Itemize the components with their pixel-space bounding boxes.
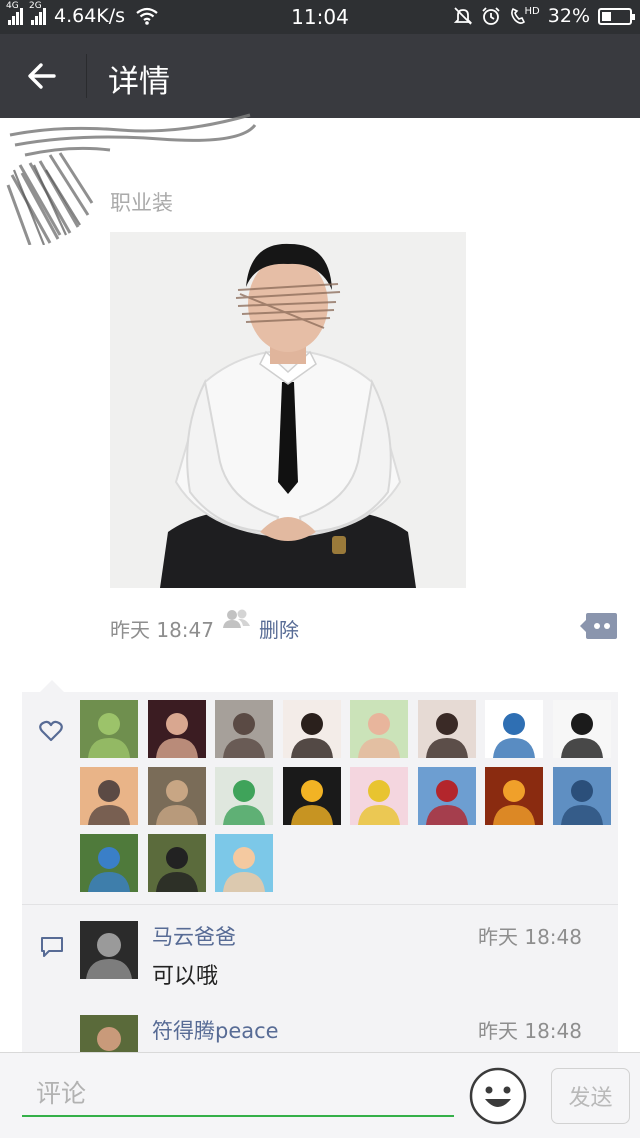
- status-bar: 4G 2G 4.64K/s 11:04 HD 32%: [0, 0, 640, 34]
- hd-call-icon: HD: [509, 6, 540, 26]
- comment-time: 昨天 18:48: [478, 1019, 582, 1043]
- heart-icon: [39, 720, 63, 742]
- comment-text: 可以哦: [152, 964, 219, 989]
- like-avatar-17[interactable]: [80, 834, 138, 892]
- like-avatar-4[interactable]: [282, 700, 341, 758]
- hd-label: HD: [524, 6, 540, 17]
- comment-icon: [41, 937, 63, 957]
- status-right: HD 32%: [453, 5, 635, 27]
- photo-illustration: [110, 232, 466, 588]
- like-avatar-18[interactable]: [147, 834, 206, 892]
- comment-more-icon[interactable]: [580, 612, 618, 640]
- friends-visibility-icon[interactable]: [222, 608, 252, 630]
- like-avatar-13[interactable]: [350, 767, 408, 825]
- like-avatar-2[interactable]: [147, 700, 206, 758]
- send-button[interactable]: 发送: [551, 1068, 630, 1124]
- like-avatar-12[interactable]: [282, 767, 341, 825]
- post-time: 昨天 18:47: [110, 618, 214, 642]
- like-avatar-19[interactable]: [215, 834, 273, 892]
- comment-author[interactable]: 符得腾peace: [152, 1015, 279, 1045]
- like-avatar-6[interactable]: [417, 700, 476, 758]
- like-avatar-11[interactable]: [215, 767, 273, 825]
- emoji-icon[interactable]: [469, 1067, 527, 1125]
- alarm-icon: [481, 7, 500, 25]
- like-avatar-3[interactable]: [215, 700, 273, 758]
- like-avatar-7[interactable]: [485, 700, 543, 758]
- like-avatar-14[interactable]: [417, 767, 476, 825]
- like-avatar-15[interactable]: [485, 767, 543, 825]
- like-avatar-16[interactable]: [552, 767, 611, 825]
- delete-link[interactable]: 删除: [259, 614, 299, 643]
- back-arrow-icon[interactable]: [22, 54, 66, 98]
- like-avatar-1[interactable]: [80, 700, 138, 758]
- post-text: 职业装: [110, 191, 173, 215]
- bell-muted-icon: [453, 7, 472, 25]
- comment-avatar[interactable]: [80, 921, 138, 979]
- nav-divider: [86, 54, 87, 98]
- like-avatar-10[interactable]: [147, 767, 206, 825]
- likes-comments-divider: [22, 904, 618, 905]
- like-avatar-5[interactable]: [350, 700, 408, 758]
- likes-comments-panel: 马云爸爸 昨天 18:48 可以哦 符得腾peace 昨天 18:48: [22, 680, 618, 1073]
- like-avatar-9[interactable]: [80, 767, 138, 825]
- redaction-scribble: [6, 113, 257, 245]
- comment-time: 昨天 18:48: [478, 925, 582, 949]
- comment-input[interactable]: [22, 1071, 454, 1117]
- battery-percent: 32%: [547, 5, 590, 27]
- comment-input-bar: 发送: [0, 1052, 640, 1138]
- post-photo[interactable]: [110, 232, 466, 588]
- like-avatar-8[interactable]: [552, 700, 611, 758]
- battery-icon: [598, 7, 635, 25]
- comment-author[interactable]: 马云爸爸: [152, 921, 236, 951]
